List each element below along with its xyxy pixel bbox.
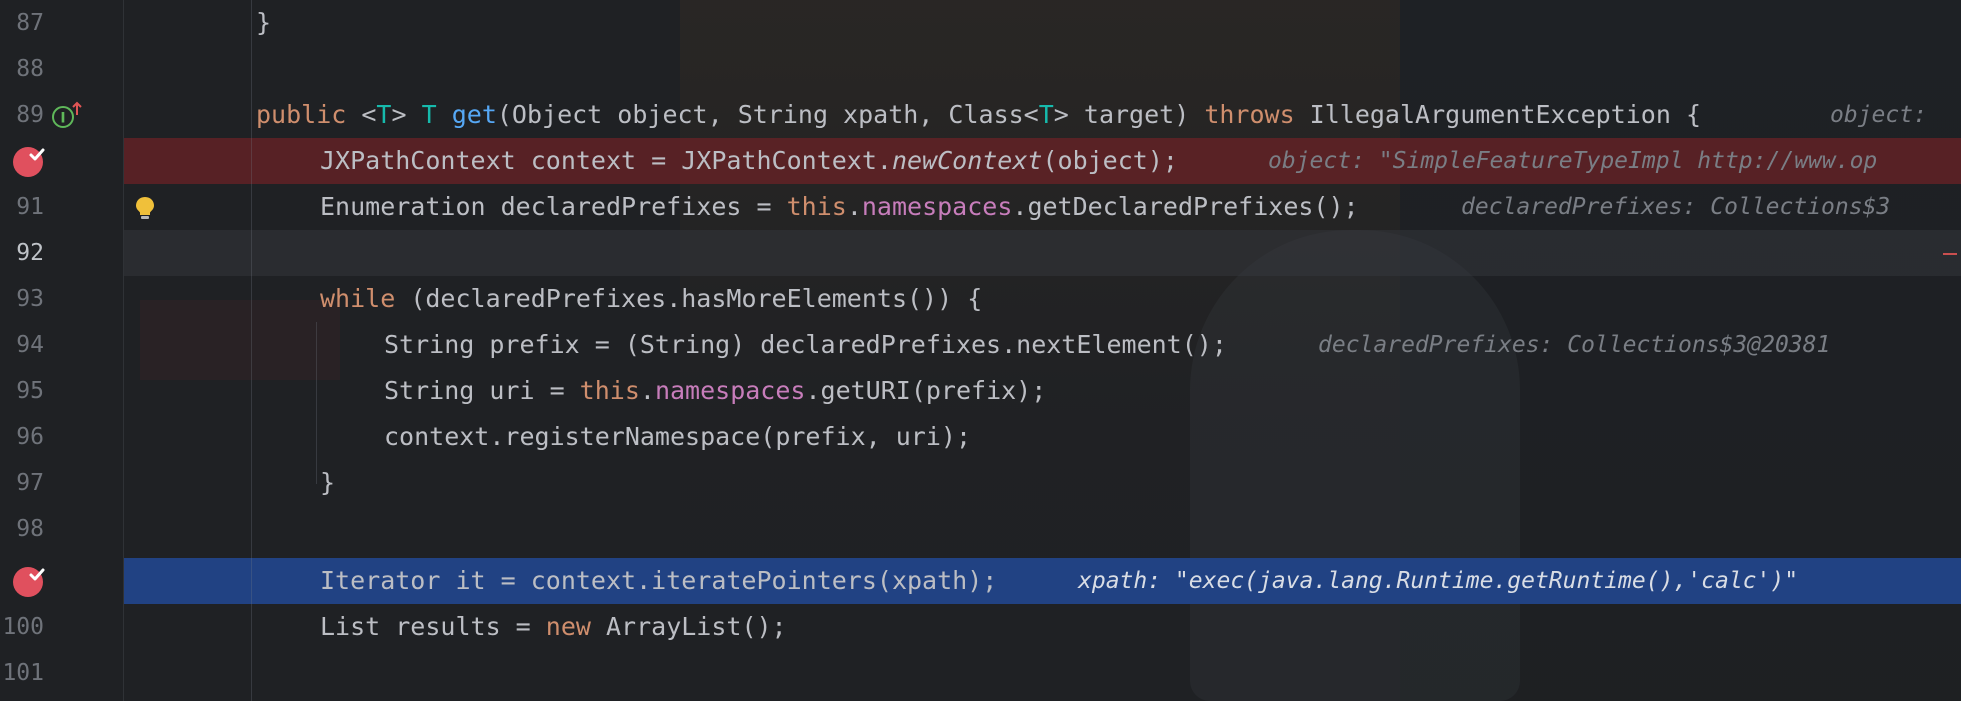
code-line[interactable]: 88	[0, 46, 1961, 92]
code-line[interactable]: 98	[0, 506, 1961, 552]
code-editor[interactable]: 87 } 88 89 I public <T> T get(Object obj…	[0, 0, 1961, 701]
line-number: 97	[16, 470, 44, 496]
inline-debug-value: object: "SimpleFeatureTypeImpl http://ww…	[1268, 148, 1878, 174]
code-text: Enumeration declaredPrefixes = this.name…	[320, 192, 1359, 221]
code-text: }	[256, 8, 272, 37]
line-number: 101	[2, 660, 44, 686]
code-line[interactable]: 91 Enumeration declaredPrefixes = this.n…	[0, 184, 1961, 230]
code-line[interactable]: 101	[0, 650, 1961, 696]
breakpoint-icon[interactable]	[11, 144, 47, 182]
breakpoint-icon[interactable]	[11, 564, 47, 602]
code-line[interactable]: 96 context.registerNamespace(prefix, uri…	[0, 414, 1961, 460]
gutter-separator	[123, 0, 124, 701]
inline-debug-value: declaredPrefixes: Collections$3@20381	[1318, 332, 1831, 358]
code-line[interactable]: JXPathContext context = JXPathContext.ne…	[0, 138, 1961, 184]
code-line[interactable]: 89 I public <T> T get(Object object, Str…	[0, 92, 1961, 138]
error-marker[interactable]	[1943, 253, 1957, 255]
code-line-current[interactable]: 92	[0, 230, 1961, 276]
line-number: 92	[16, 240, 44, 266]
code-text: }	[320, 468, 336, 497]
code-line[interactable]: 95 String uri = this.namespaces.getURI(p…	[0, 368, 1961, 414]
code-text: JXPathContext context = JXPathContext.ne…	[320, 146, 1178, 175]
line-number: 88	[16, 56, 44, 82]
svg-text:I: I	[60, 111, 65, 127]
code-text: String prefix = (String) declaredPrefixe…	[384, 330, 1227, 359]
code-text: List results = new ArrayList();	[320, 612, 787, 641]
line-number: 100	[2, 614, 44, 640]
code-line-execution-point[interactable]: Iterator it = context.iteratePointers(xp…	[0, 558, 1961, 604]
line-number: 87	[16, 10, 44, 36]
code-line[interactable]: 97 }	[0, 460, 1961, 506]
code-line[interactable]: 100 List results = new ArrayList();	[0, 604, 1961, 650]
line-number: 98	[16, 516, 44, 542]
code-text: while (declaredPrefixes.hasMoreElements(…	[320, 284, 983, 313]
code-text: Iterator it = context.iteratePointers(xp…	[320, 566, 998, 595]
indent-guide	[251, 0, 252, 701]
implements-overrides-icon[interactable]: I	[50, 100, 86, 134]
indent-guide	[316, 322, 317, 484]
code-text: context.registerNamespace(prefix, uri);	[384, 422, 971, 451]
code-line[interactable]: 94 String prefix = (String) declaredPref…	[0, 322, 1961, 368]
line-number: 95	[16, 378, 44, 404]
inline-debug-value: xpath: "exec(java.lang.Runtime.getRuntim…	[1078, 568, 1799, 594]
inline-debug-value: object:	[1830, 102, 1927, 128]
line-number: 93	[16, 286, 44, 312]
code-text: String uri = this.namespaces.getURI(pref…	[384, 376, 1047, 405]
line-number: 94	[16, 332, 44, 358]
code-line[interactable]: 93 while (declaredPrefixes.hasMoreElemen…	[0, 276, 1961, 322]
line-number: 91	[16, 194, 44, 220]
lightbulb-icon[interactable]	[134, 195, 156, 225]
code-text: public <T> T get(Object object, String x…	[256, 100, 1702, 129]
line-number: 96	[16, 424, 44, 450]
line-number: 89	[16, 102, 44, 128]
code-line[interactable]: 87 }	[0, 0, 1961, 46]
inline-debug-value: declaredPrefixes: Collections$3	[1461, 194, 1891, 220]
